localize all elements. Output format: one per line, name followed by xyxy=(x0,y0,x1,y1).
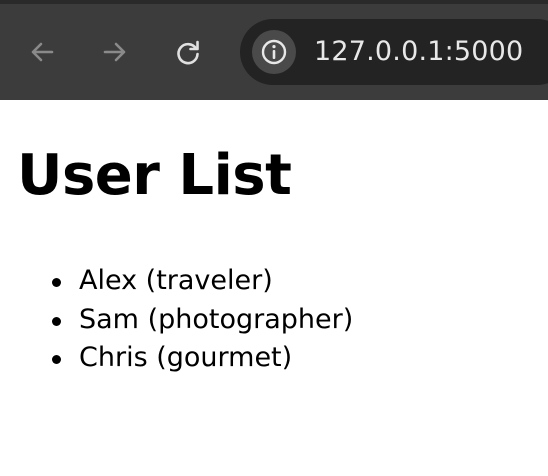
address-bar[interactable]: 127.0.0.1:5000 xyxy=(240,19,548,85)
arrow-left-icon xyxy=(31,42,54,62)
bullet-icon xyxy=(52,278,61,287)
info-icon xyxy=(261,39,287,65)
arrow-right-icon xyxy=(103,42,126,62)
list-item: Chris (gourmet) xyxy=(52,339,548,378)
bullet-icon xyxy=(52,355,61,364)
list-item: Sam (photographer) xyxy=(52,301,548,340)
list-item: Alex (traveler) xyxy=(52,262,548,301)
reload-button[interactable] xyxy=(166,30,210,74)
bullet-icon xyxy=(52,316,61,326)
back-button[interactable] xyxy=(20,30,64,74)
page-content: User List Alex (traveler) Sam (photograp… xyxy=(0,100,548,378)
url-text[interactable]: 127.0.0.1:5000 xyxy=(314,19,523,85)
user-label: Sam (photographer) xyxy=(79,303,354,335)
user-list: Alex (traveler) Sam (photographer) Chris… xyxy=(17,262,548,378)
browser-toolbar: 127.0.0.1:5000 xyxy=(0,0,548,100)
user-label: Chris (gourmet) xyxy=(79,342,293,373)
site-info-button[interactable] xyxy=(252,30,296,74)
forward-button[interactable] xyxy=(93,30,137,74)
user-label: Alex (traveler) xyxy=(79,265,273,296)
page-title: User List xyxy=(17,143,292,208)
reload-icon xyxy=(177,40,199,65)
